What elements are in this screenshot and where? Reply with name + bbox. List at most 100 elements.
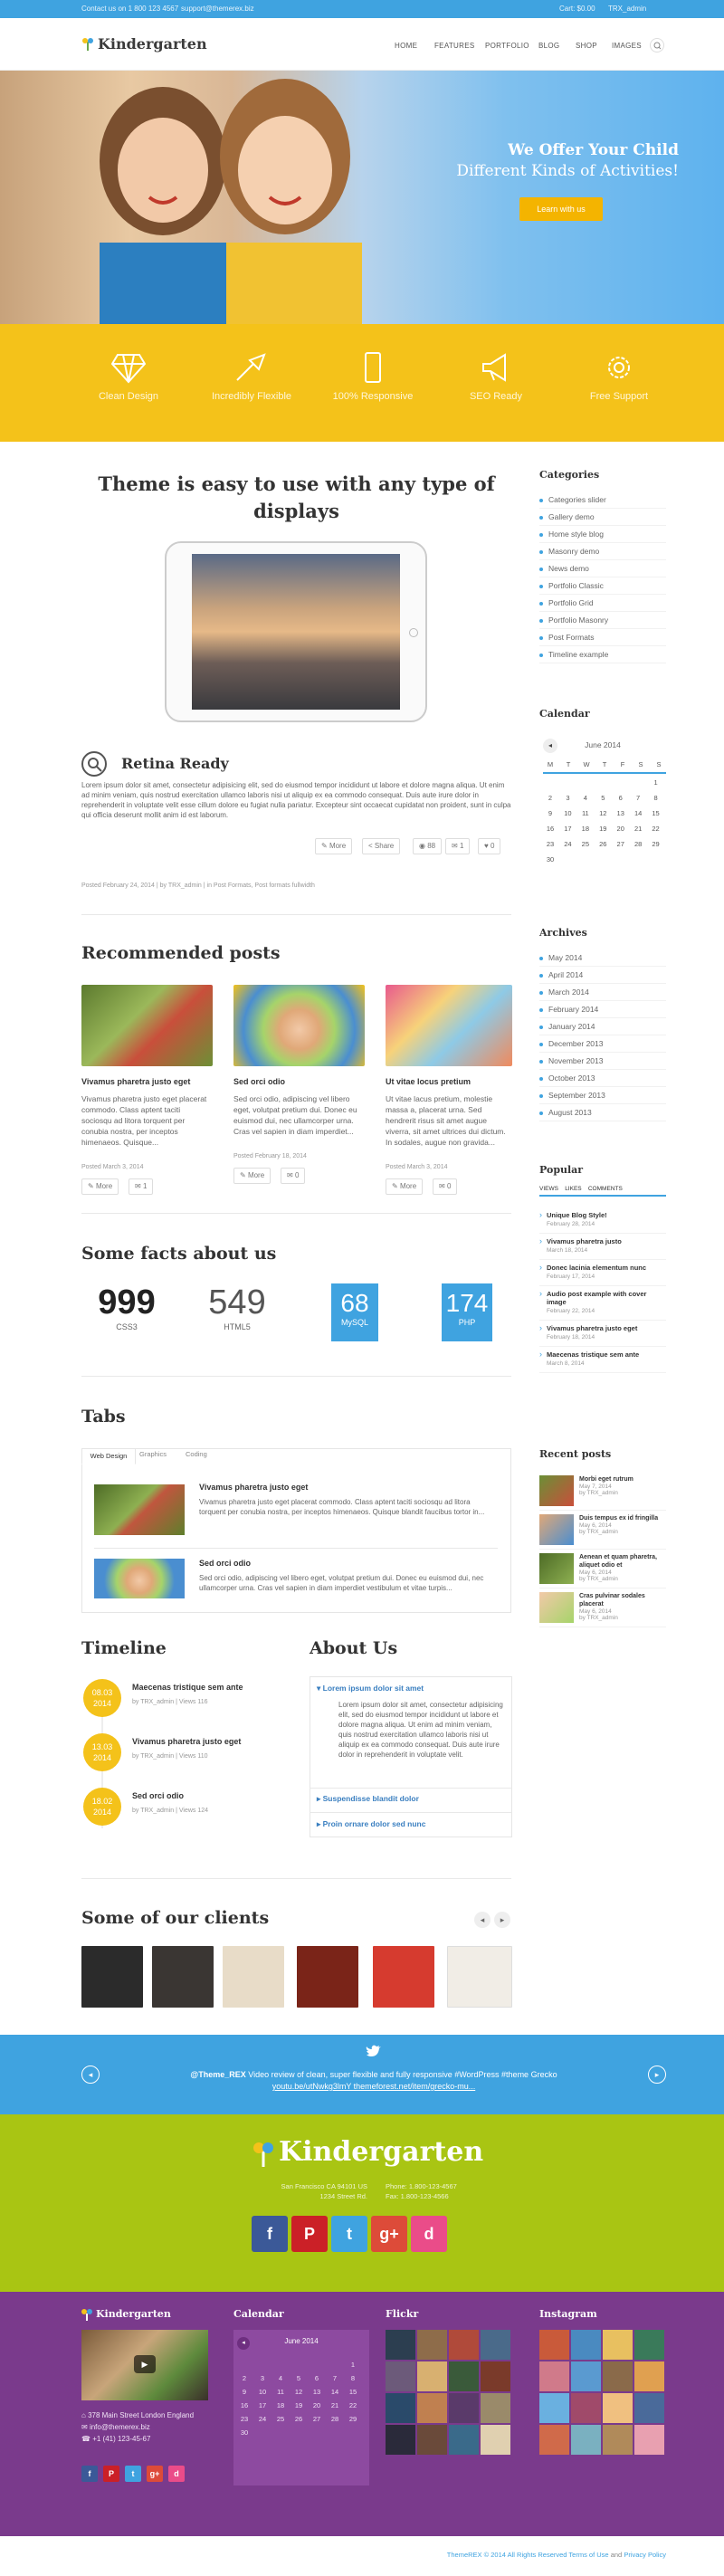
- calendar-day[interactable]: 2: [543, 794, 557, 802]
- calendar-day[interactable]: 25: [578, 840, 593, 848]
- gallery-thumbnail[interactable]: [417, 2425, 447, 2455]
- gallery-thumbnail[interactable]: [386, 2361, 415, 2391]
- archive-link[interactable]: November 2013: [539, 1053, 666, 1070]
- topbar-user[interactable]: TRX_admin: [608, 5, 646, 13]
- more-button[interactable]: ✎ More: [233, 1168, 272, 1184]
- category-link[interactable]: Masonry demo: [539, 543, 666, 560]
- accordion-item-1-title[interactable]: ▾ Lorem ipsum dolor sit amet: [317, 1684, 424, 1693]
- share-button[interactable]: < Share: [362, 838, 401, 854]
- more-button[interactable]: ✎ More: [315, 838, 353, 854]
- client-logo[interactable]: [152, 1946, 214, 2008]
- recent-post-item[interactable]: Duis tempus ex id fringilla May 6, 2014 by…: [539, 1511, 666, 1550]
- calendar-day[interactable]: 15: [649, 809, 663, 817]
- calendar-day[interactable]: 28: [328, 2415, 342, 2423]
- tab-coding[interactable]: Coding: [186, 1450, 207, 1458]
- post-thumbnail[interactable]: [81, 985, 213, 1066]
- calendar-day[interactable]: 24: [560, 840, 575, 848]
- calendar-day[interactable]: 26: [595, 840, 610, 848]
- calendar-day[interactable]: 24: [255, 2415, 270, 2423]
- gallery-thumbnail[interactable]: [634, 2393, 664, 2423]
- gallery-thumbnail[interactable]: [539, 2330, 569, 2360]
- calendar-day[interactable]: 14: [631, 809, 645, 817]
- calendar-day[interactable]: 14: [328, 2388, 342, 2396]
- gallery-thumbnail[interactable]: [386, 2330, 415, 2360]
- nav-shop[interactable]: Shop: [576, 42, 597, 50]
- archive-link[interactable]: May 2014: [539, 949, 666, 967]
- clients-next-button[interactable]: ▸: [494, 1912, 510, 1928]
- comments-counter[interactable]: ✉ 0: [281, 1168, 306, 1184]
- archive-link[interactable]: March 2014: [539, 984, 666, 1001]
- calendar-day[interactable]: 16: [237, 2401, 252, 2409]
- archive-link[interactable]: August 2013: [539, 1104, 666, 1121]
- gallery-thumbnail[interactable]: [571, 2361, 601, 2391]
- client-logo[interactable]: [81, 1946, 143, 2008]
- popular-item[interactable]: › Maecenas tristique sem ante March 8, 201…: [539, 1347, 666, 1373]
- gallery-thumbnail[interactable]: [417, 2330, 447, 2360]
- comments-counter[interactable]: ✉ 0: [433, 1178, 458, 1195]
- gallery-thumbnail[interactable]: [417, 2393, 447, 2423]
- calendar-day[interactable]: 9: [543, 809, 557, 817]
- calendar-day[interactable]: 11: [578, 809, 593, 817]
- gallery-thumbnail[interactable]: [539, 2393, 569, 2423]
- recent-post-item[interactable]: Aenean et quam pharetra, aliquet odio et…: [539, 1550, 666, 1589]
- gallery-thumbnail[interactable]: [386, 2393, 415, 2423]
- twitter-social-icon[interactable]: t: [331, 2216, 367, 2252]
- calendar-day[interactable]: 22: [346, 2401, 360, 2409]
- tab-graphics[interactable]: Graphics: [139, 1450, 167, 1458]
- calendar-day[interactable]: 30: [237, 2428, 252, 2437]
- gallery-thumbnail[interactable]: [449, 2425, 479, 2455]
- twitter-next-button[interactable]: ▸: [648, 2066, 666, 2084]
- archive-link[interactable]: October 2013: [539, 1070, 666, 1087]
- likes-counter[interactable]: ♥ 0: [478, 838, 501, 854]
- post-thumbnail[interactable]: [386, 985, 512, 1066]
- pinterest-icon[interactable]: P: [103, 2466, 119, 2482]
- calendar-day[interactable]: 7: [328, 2374, 342, 2382]
- more-button[interactable]: ✎ More: [386, 1178, 424, 1195]
- nav-home[interactable]: Home: [395, 42, 417, 50]
- calendar-day[interactable]: 11: [273, 2388, 288, 2396]
- pinterest-icon[interactable]: P: [291, 2216, 328, 2252]
- twitter-social-icon[interactable]: t: [125, 2466, 141, 2482]
- calendar-day[interactable]: 19: [595, 825, 610, 833]
- gallery-thumbnail[interactable]: [571, 2393, 601, 2423]
- calendar-day[interactable]: 20: [614, 825, 628, 833]
- category-link[interactable]: Gallery demo: [539, 509, 666, 526]
- gallery-thumbnail[interactable]: [417, 2361, 447, 2391]
- calendar-day[interactable]: 18: [578, 825, 593, 833]
- gallery-thumbnail[interactable]: [634, 2425, 664, 2455]
- gallery-thumbnail[interactable]: [539, 2425, 569, 2455]
- calendar-day[interactable]: 5: [291, 2374, 306, 2382]
- popular-item[interactable]: › Vivamus pharetra justo eget February 18,…: [539, 1321, 666, 1347]
- tab-post-thumbnail[interactable]: [94, 1559, 185, 1598]
- popular-item[interactable]: › Vivamus pharetra justo March 18, 2014: [539, 1234, 666, 1260]
- twitter-prev-button[interactable]: ◂: [81, 2066, 100, 2084]
- nav-images[interactable]: Images: [612, 42, 642, 50]
- calendar-day[interactable]: 7: [631, 794, 645, 802]
- calendar-day[interactable]: 17: [255, 2401, 270, 2409]
- dribbble-icon[interactable]: d: [411, 2216, 447, 2252]
- gallery-thumbnail[interactable]: [603, 2425, 633, 2455]
- archive-link[interactable]: December 2013: [539, 1035, 666, 1053]
- tab-post-thumbnail[interactable]: [94, 1484, 185, 1535]
- calendar-day[interactable]: 1: [346, 2361, 360, 2369]
- calendar-day[interactable]: 29: [649, 840, 663, 848]
- category-link[interactable]: Portfolio Masonry: [539, 612, 666, 629]
- category-link[interactable]: Portfolio Grid: [539, 595, 666, 612]
- client-logo[interactable]: [373, 1946, 434, 2008]
- gallery-thumbnail[interactable]: [603, 2361, 633, 2391]
- calendar-day[interactable]: 27: [614, 840, 628, 848]
- retina-title[interactable]: Retina Ready: [121, 755, 229, 772]
- calendar-day[interactable]: 6: [310, 2374, 324, 2382]
- more-button[interactable]: ✎ More: [81, 1178, 119, 1195]
- gallery-thumbnail[interactable]: [481, 2393, 510, 2423]
- calendar-day[interactable]: 22: [649, 825, 663, 833]
- gallery-thumbnail[interactable]: [449, 2393, 479, 2423]
- footer-logo-text[interactable]: Kindergarten: [279, 2136, 483, 2168]
- gallery-thumbnail[interactable]: [603, 2393, 633, 2423]
- calendar-day[interactable]: 6: [614, 794, 628, 802]
- client-logo[interactable]: [223, 1946, 284, 2008]
- calendar-day[interactable]: 23: [237, 2415, 252, 2423]
- gallery-thumbnail[interactable]: [634, 2361, 664, 2391]
- calendar-day[interactable]: 12: [595, 809, 610, 817]
- clients-prev-button[interactable]: ◂: [474, 1912, 491, 1928]
